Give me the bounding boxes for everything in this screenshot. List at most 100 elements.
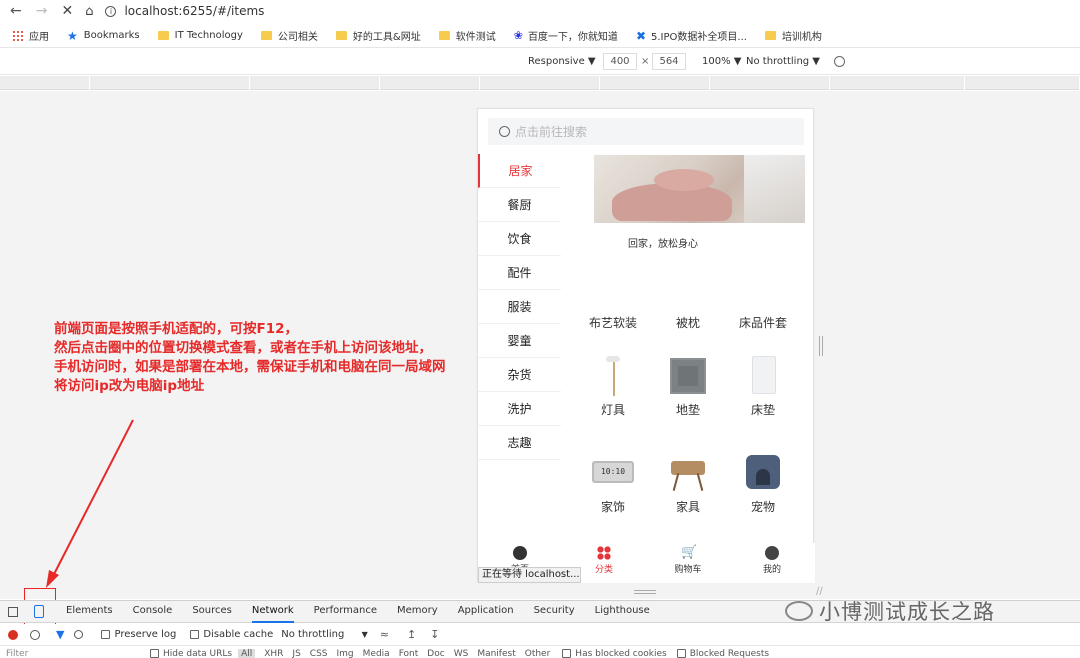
mattress-image (742, 354, 784, 396)
filter-type-all[interactable]: All (238, 649, 256, 658)
blocked-requests-checkbox[interactable]: Blocked Requests (676, 649, 769, 658)
filter-type[interactable]: XHR (264, 649, 283, 658)
zoom-select[interactable]: 100% ▼ (702, 56, 741, 67)
filter-type[interactable]: Doc (427, 649, 444, 658)
devtools-tab[interactable]: Application (458, 600, 514, 623)
height-input[interactable]: 564 (652, 53, 686, 70)
product-category-item[interactable]: 布艺软装 (575, 314, 651, 331)
product-category-item[interactable]: 家具 (650, 451, 726, 515)
filter-type[interactable]: Img (337, 649, 354, 658)
width-input[interactable]: 400 (603, 53, 637, 70)
devtools-tab-active[interactable]: Network (251, 600, 294, 623)
media-query-ruler[interactable] (0, 76, 1080, 90)
bookmark-it-technology[interactable]: IT Technology (157, 30, 243, 41)
resize-handle-right[interactable] (819, 336, 823, 356)
url-text[interactable]: localhost:6255/#/items (124, 4, 264, 18)
filter-type[interactable]: JS (292, 649, 300, 658)
bookmark-apps[interactable]: 应用 (12, 28, 49, 43)
category-item[interactable]: 饮食 (478, 222, 561, 256)
user-avatar-icon (765, 546, 779, 560)
product-category-item[interactable]: 灯具 (575, 354, 651, 418)
info-icon[interactable]: i (105, 5, 117, 17)
preserve-log-checkbox[interactable]: Preserve log (101, 629, 176, 640)
bookmark-training[interactable]: 培训机构 (764, 28, 822, 43)
annotation-arrow (46, 419, 134, 588)
product-category-item[interactable]: 宠物 (725, 451, 801, 515)
annotation-line: 前端页面是按照手机适配的，可按F12， (54, 321, 299, 337)
annotation-line: 将访问ip改为电脑ip地址 (54, 378, 205, 394)
bookmark-baidu[interactable]: ❀ 百度一下，你就知道 (514, 28, 618, 43)
filter-type[interactable]: Manifest (477, 649, 515, 658)
phone-viewport: 点击前往搜索 居家 餐厨 饮食 配件 服装 婴童 杂货 洗护 志趣 回家，放松身… (477, 108, 815, 583)
search-box[interactable]: 点击前往搜索 (488, 118, 804, 145)
category-item[interactable]: 洗护 (478, 392, 561, 426)
bookmark-bookmarks[interactable]: ★ Bookmarks (67, 29, 140, 43)
bookmark-company[interactable]: 公司相关 (260, 28, 318, 43)
product-category-item[interactable]: 10:10 家饰 (575, 451, 651, 515)
category-item[interactable]: 配件 (478, 256, 561, 290)
tab-cart[interactable]: 🛒 购物车 (646, 543, 730, 576)
bookmark-tools[interactable]: 好的工具&网址 (335, 28, 421, 43)
rotate-icon[interactable] (834, 56, 845, 67)
bookmark-software-testing[interactable]: 软件测试 (438, 28, 496, 43)
download-icon[interactable]: ↧ (430, 628, 439, 641)
folder-icon (260, 31, 272, 40)
category-grid-icon (597, 546, 611, 560)
tab-profile[interactable]: 我的 (730, 543, 814, 575)
filter-input[interactable]: Filter (6, 649, 136, 658)
stop-loading-icon[interactable]: ✕ (61, 3, 73, 19)
devtools-tab[interactable]: Sources (192, 600, 232, 623)
filter-type[interactable]: WS (454, 649, 469, 658)
home-icon[interactable]: ⌂ (85, 4, 93, 19)
filter-type[interactable]: Media (363, 649, 390, 658)
forward-icon[interactable]: → (36, 3, 48, 19)
devtools-tab[interactable]: Console (133, 600, 173, 623)
back-icon[interactable]: ← (10, 3, 22, 19)
product-category-item[interactable]: 被枕 (650, 314, 726, 331)
devtools-tab[interactable]: Security (534, 600, 575, 623)
chevron-down-icon: ▼ (361, 630, 368, 639)
wifi-icon[interactable]: ≈ (380, 628, 389, 641)
record-icon[interactable] (8, 629, 18, 640)
category-item[interactable]: 服装 (478, 290, 561, 324)
watermark: 小博测试成长之路 (785, 596, 1075, 626)
product-category-item[interactable]: 床垫 (725, 354, 801, 418)
inspect-element-icon[interactable] (8, 606, 18, 617)
device-mode-select[interactable]: Responsive ▼ (528, 56, 596, 67)
clear-icon[interactable] (30, 629, 40, 640)
throttle-select[interactable]: No throttling ▼ (746, 56, 820, 67)
device-toolbar: Responsive ▼ 400 × 564 100% ▼ No throttl… (0, 49, 1080, 75)
network-filter-row: Filter Hide data URLs All XHR JS CSS Img… (0, 647, 1080, 658)
search-icon[interactable] (74, 630, 84, 639)
resize-handle-bottom[interactable] (634, 590, 656, 594)
address-bar[interactable]: i localhost:6255/#/items (105, 1, 264, 21)
devtools-tab[interactable]: Elements (66, 600, 113, 623)
cart-icon: 🛒 (681, 545, 698, 560)
folder-icon (335, 31, 347, 40)
filter-type[interactable]: CSS (310, 649, 328, 658)
category-banner-image[interactable] (594, 155, 805, 223)
devtools-tab[interactable]: Memory (397, 600, 438, 623)
filter-icon[interactable]: ▼ (56, 628, 64, 641)
pet-house-image (742, 451, 784, 493)
category-item[interactable]: 居家 (478, 154, 561, 188)
disable-cache-checkbox[interactable]: Disable cache (190, 629, 273, 640)
folder-icon (764, 31, 776, 40)
devtools-tab[interactable]: Performance (314, 600, 377, 623)
filter-type[interactable]: Font (399, 649, 419, 658)
annotation-line: 然后点击圈中的位置切换模式查看，或者在手机上访问该地址， (54, 340, 432, 356)
device-toggle-icon[interactable] (34, 605, 44, 618)
devtools-tab[interactable]: Lighthouse (595, 600, 650, 623)
has-blocked-cookies-checkbox[interactable]: Has blocked cookies (562, 649, 667, 658)
category-item[interactable]: 餐厨 (478, 188, 561, 222)
hide-data-urls-checkbox[interactable]: Hide data URLs (150, 649, 232, 658)
product-category-item[interactable]: 地垫 (650, 354, 726, 418)
upload-icon[interactable]: ↥ (407, 628, 416, 641)
bookmark-ipo[interactable]: ✖ 5.IPO数据补全项目... (636, 28, 747, 44)
product-category-item[interactable]: 床品件套 (725, 314, 801, 331)
filter-type[interactable]: Other (525, 649, 551, 658)
floor-mat-image (667, 354, 709, 396)
throttling-select[interactable]: No throttling ▼ (281, 629, 367, 640)
category-item[interactable]: 志趣 (478, 426, 561, 460)
banner-caption: 回家，放松身心 (628, 239, 698, 250)
